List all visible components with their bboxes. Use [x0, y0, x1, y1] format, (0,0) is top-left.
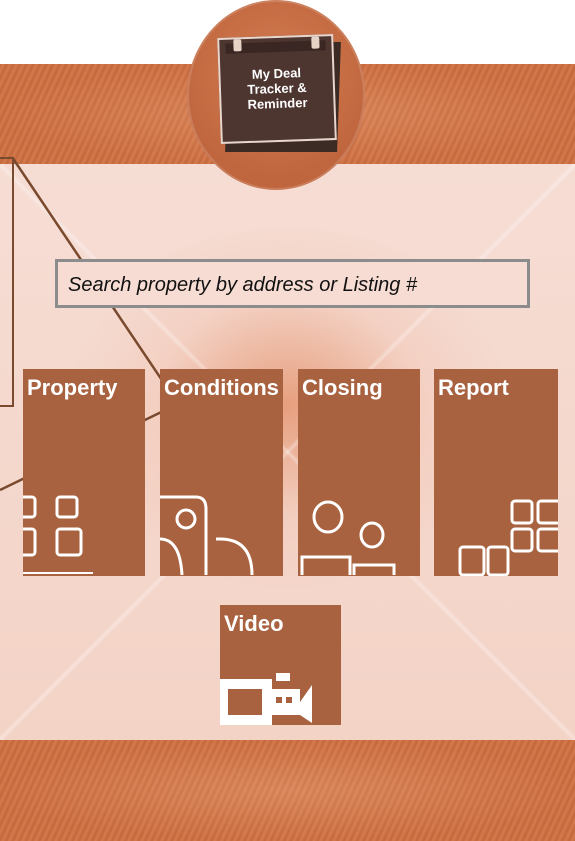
- report-grid-icon: [458, 499, 558, 576]
- people-icon: [300, 500, 396, 575]
- calendar-page: My Deal Tracker & Reminder: [217, 34, 337, 144]
- left-bracket-line: [0, 157, 14, 407]
- tile-report[interactable]: Report: [434, 369, 558, 576]
- video-camera-icon: [220, 673, 312, 725]
- tile-conditions[interactable]: Conditions: [160, 369, 283, 576]
- app-title: My Deal Tracker & Reminder: [247, 65, 308, 113]
- calendar-logo-icon: My Deal Tracker & Reminder: [217, 34, 341, 152]
- footer-band: [0, 740, 575, 841]
- tile-closing[interactable]: Closing: [298, 369, 420, 576]
- calendar-ring-right: [311, 36, 320, 49]
- calendar-ring-left: [233, 39, 242, 52]
- tile-video[interactable]: Video: [220, 605, 341, 725]
- search-box[interactable]: [55, 259, 530, 308]
- grid-squares-icon: [23, 495, 93, 574]
- document-checklist-icon: [160, 495, 254, 576]
- search-input[interactable]: [68, 272, 523, 298]
- tile-property[interactable]: Property: [23, 369, 145, 576]
